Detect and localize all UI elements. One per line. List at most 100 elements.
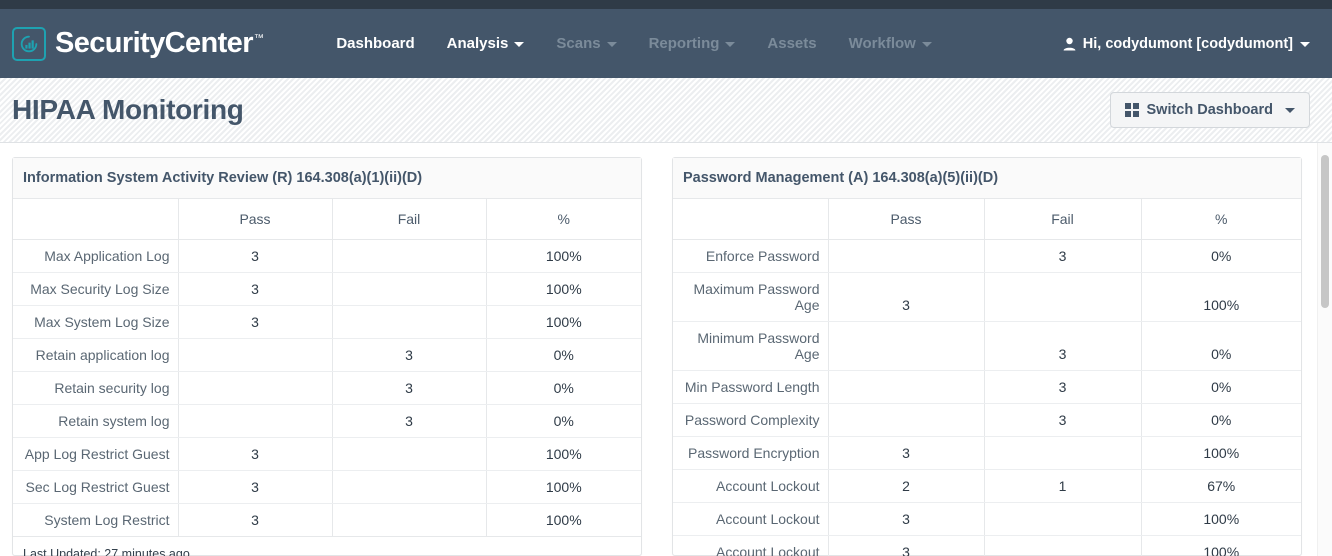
row-pass [178,404,333,438]
row-fail: 3 [984,403,1142,437]
table-row[interactable]: Max Application Log 3 100% [13,239,641,273]
user-menu[interactable]: Hi, codydumont [codydumont] [1063,36,1310,52]
table-row[interactable]: Minimum Password Age 3 0% [673,321,1301,371]
row-pass: 3 [178,470,333,504]
top-accent-strip [0,0,1332,9]
table-row[interactable]: Max System Log Size 3 100% [13,305,641,339]
row-fail: 3 [984,370,1142,404]
row-percent: 100% [486,239,641,273]
row-pass: 3 [828,436,985,470]
row-label: Retain system log [13,404,179,438]
row-fail [332,437,487,471]
table-body: Max Application Log 3 100% Max Security … [13,239,641,536]
row-pass: 3 [178,305,333,339]
row-fail [332,305,487,339]
table-row[interactable]: Retain security log 3 0% [13,371,641,405]
row-fail [332,503,487,536]
row-percent: 100% [486,437,641,471]
row-label: Account Lockout [673,535,829,556]
row-pass: 2 [828,469,985,503]
row-label: Account Lockout [673,469,829,503]
table-row[interactable]: Retain system log 3 0% [13,404,641,438]
column-header-percent: % [1141,199,1301,240]
row-label: System Log Restrict [13,503,179,536]
switch-dashboard-button[interactable]: Switch Dashboard [1109,92,1310,128]
chevron-down-icon [921,42,932,47]
row-percent: 0% [486,338,641,372]
nav-item-workflow[interactable]: Workflow [833,27,948,60]
table-row[interactable]: Account Lockout 3 100% [673,535,1301,556]
column-header-pass: Pass [178,199,333,240]
table-row[interactable]: Password Complexity 3 0% [673,403,1301,437]
panel-title: Information System Activity Review (R) 1… [13,158,641,199]
row-fail [332,470,487,504]
row-percent: 100% [1203,544,1240,556]
brand-name: SecurityCenter™ [55,27,264,60]
row-percent: 100% [545,512,582,528]
table-row[interactable]: Account Lockout 2 1 67% [673,469,1301,503]
nav-item-assets[interactable]: Assets [751,27,832,60]
page-title: HIPAA Monitoring [12,94,244,125]
table-row[interactable]: Retain application log 3 0% [13,338,641,372]
table-row[interactable]: App Log Restrict Guest 3 100% [13,437,641,471]
panel-last-updated: Last Updated: 27 minutes ago [13,536,641,556]
row-pass: 3 [828,502,985,536]
page-scrollbar[interactable] [1317,143,1332,556]
row-fail [984,272,1142,322]
row-label: Enforce Password [673,239,829,273]
table-row[interactable]: System Log Restrict 3 100% [13,503,641,536]
column-header-pass: Pass [828,199,985,240]
table-header-row: Pass Fail % [13,199,641,240]
brand-logo[interactable]: SecurityCenter™ [12,26,264,61]
panel-title: Password Management (A) 164.308(a)(5)(ii… [673,158,1301,199]
row-percent: 67% [1141,469,1301,503]
row-fail: 3 [984,321,1142,371]
row-pass [178,338,333,372]
column-header-name [673,199,829,240]
panel-information-system-activity-review: Information System Activity Review (R) 1… [12,157,642,556]
table-row[interactable]: Min Password Length 3 0% [673,370,1301,404]
row-pass: 3 [178,503,333,536]
table-row[interactable]: Password Encryption 3 100% [673,436,1301,470]
main-navbar: SecurityCenter™ Dashboard Analysis Scans… [0,9,1332,78]
table-row[interactable]: Account Lockout 3 100% [673,502,1301,536]
table-row[interactable]: Enforce Password 3 0% [673,239,1301,273]
row-percent: 100% [486,305,641,339]
row-label: Sec Log Restrict Guest [13,470,179,504]
user-icon [1063,37,1076,50]
nav-item-label: Reporting [648,35,720,52]
row-fail [984,436,1142,470]
table-row[interactable]: Maximum Password Age 3 100% [673,272,1301,322]
row-fail: 3 [332,371,487,405]
nav-item-scans[interactable]: Scans [540,27,632,60]
row-percent: 0% [1141,370,1301,404]
primary-nav: Dashboard Analysis Scans Reporting Asset… [320,27,948,60]
nav-item-label: Workflow [848,35,916,52]
panel-password-management: Password Management (A) 164.308(a)(5)(ii… [672,157,1302,556]
table-body: Enforce Password 3 0% Maximum Password A… [673,239,1301,556]
dashboard-body: Information System Activity Review (R) 1… [0,143,1332,556]
row-pass [828,370,985,404]
page-title-band: HIPAA Monitoring Switch Dashboard [0,78,1332,143]
column-header-fail: Fail [984,199,1142,240]
row-percent: 0% [486,371,641,405]
row-pass [828,239,985,273]
column-header-fail: Fail [332,199,487,240]
table-row[interactable]: Max Security Log Size 3 100% [13,272,641,306]
row-pass: 3 [178,239,333,273]
row-pass: 3 [828,535,985,556]
row-label: Account Lockout [673,502,829,536]
table-row[interactable]: Sec Log Restrict Guest 3 100% [13,470,641,504]
page-scrollbar-thumb[interactable] [1321,155,1329,308]
chart-badge-icon [12,26,46,61]
compliance-table: Pass Fail % Max Application Log 3 100% M… [13,199,641,536]
row-label: Retain application log [13,338,179,372]
nav-item-analysis[interactable]: Analysis [431,27,541,60]
column-header-percent: % [486,199,641,240]
nav-item-reporting[interactable]: Reporting [633,27,752,60]
row-pass [178,371,333,405]
column-header-name [13,199,179,240]
row-label: Password Complexity [673,403,829,437]
nav-item-dashboard[interactable]: Dashboard [320,27,430,60]
row-fail [984,535,1142,556]
